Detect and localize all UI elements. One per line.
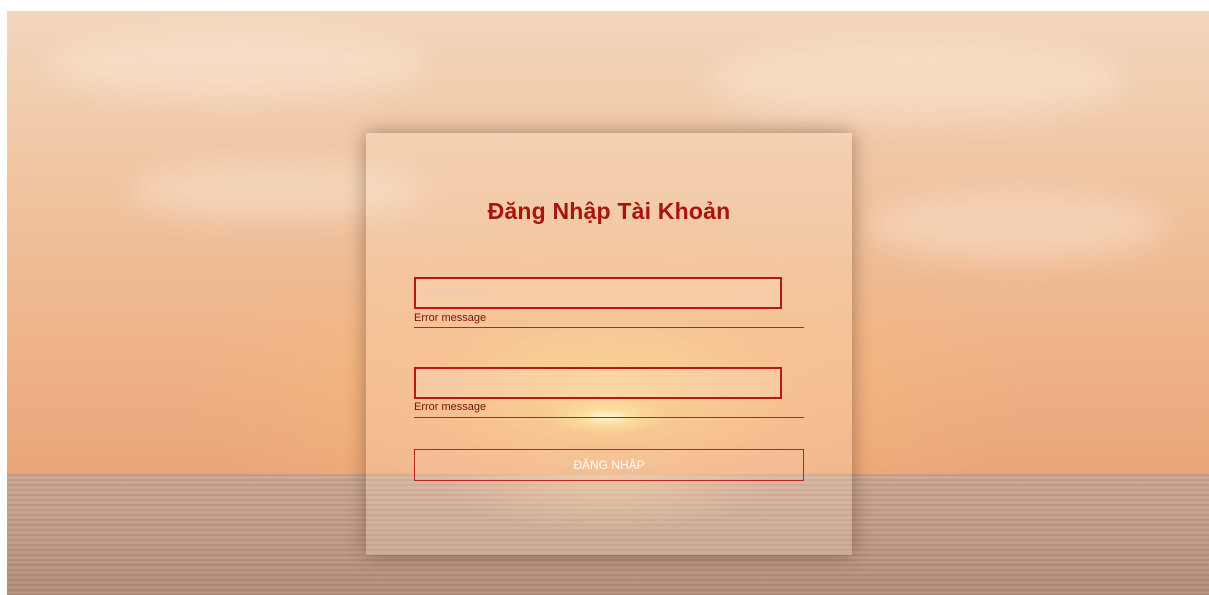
username-field-box[interactable] (414, 277, 782, 309)
password-error-message: Error message (414, 401, 487, 413)
username-error-underline (414, 327, 804, 328)
background-cloud (707, 41, 1127, 121)
background-cloud (867, 191, 1167, 261)
login-card: Đăng Nhập Tài Khoản Error message Error … (366, 133, 852, 555)
login-title: Đăng Nhập Tài Khoản (487, 198, 731, 224)
background-cloud (47, 31, 427, 101)
password-error-underline (414, 417, 804, 418)
username-error-message: Error message (414, 312, 487, 324)
login-button[interactable]: ĐĂNG NHẬP (414, 449, 804, 481)
password-input[interactable] (416, 369, 780, 397)
username-input[interactable] (416, 279, 780, 307)
password-field-box[interactable] (414, 367, 782, 399)
